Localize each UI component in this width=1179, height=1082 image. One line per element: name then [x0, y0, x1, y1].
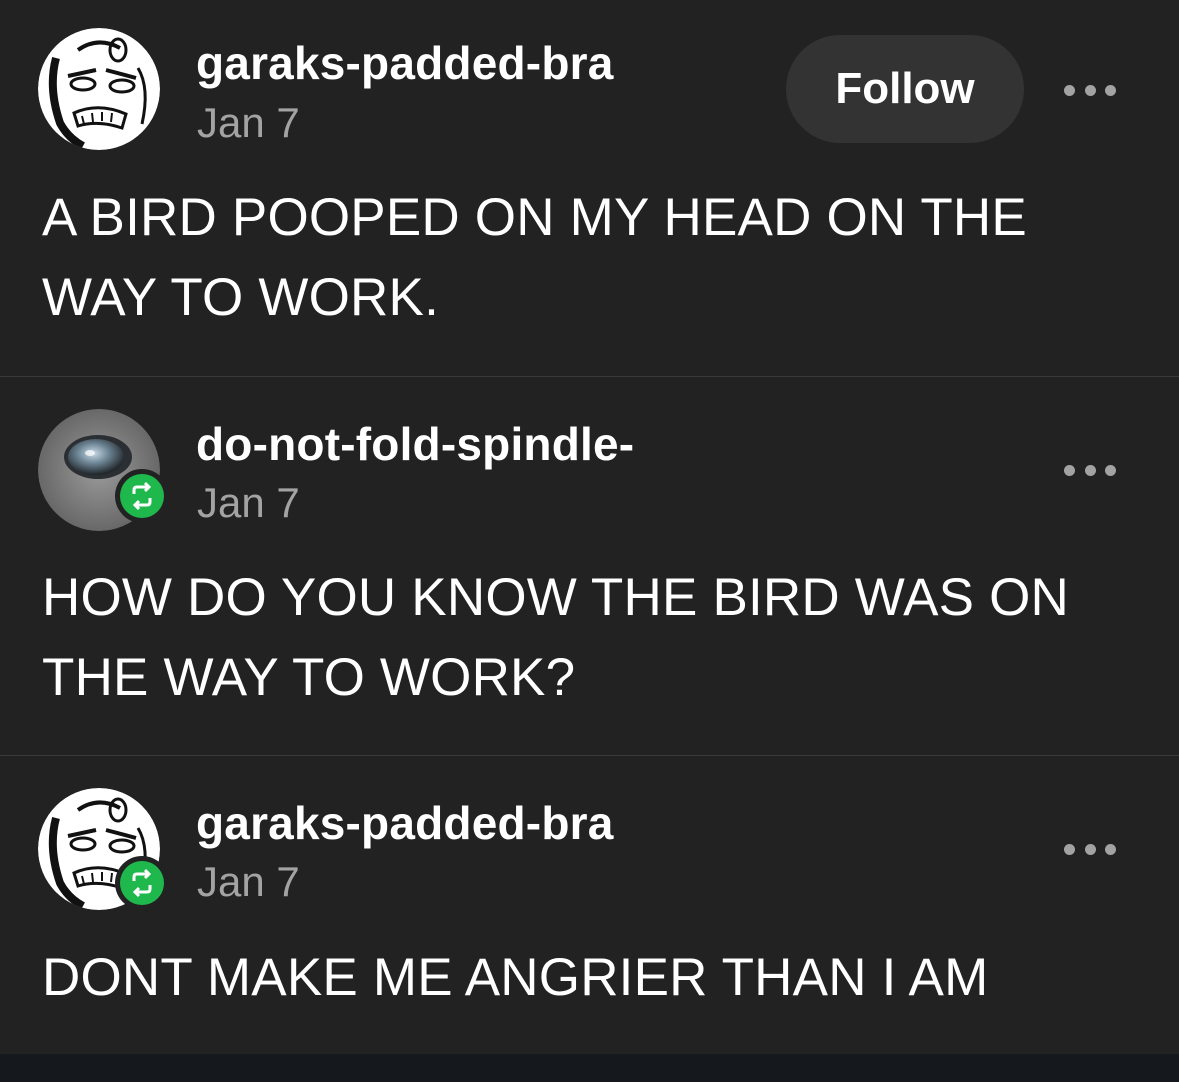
dot — [1064, 843, 1075, 855]
dot — [1105, 84, 1116, 96]
post-body: DONT MAKE ME ANGRIER THAN I AM — [42, 938, 988, 1018]
reblog-icon — [120, 474, 164, 518]
post-username[interactable]: garaks-padded-bra — [196, 796, 614, 850]
post-body: A BIRD POOPED ON MY HEAD ON THE WAY TO W… — [42, 178, 1027, 338]
more-options-icon[interactable] — [1064, 837, 1116, 861]
dot — [1064, 84, 1075, 96]
post-body: HOW DO YOU KNOW THE BIRD WAS ON THE WAY … — [42, 558, 1069, 718]
reblog-thread: garaks-padded-bra Jan 7 Follow A BIRD PO… — [0, 0, 1179, 1082]
more-options-icon[interactable] — [1064, 78, 1116, 102]
avatar-garaks-padded-bra[interactable] — [38, 28, 160, 150]
dot — [1084, 464, 1096, 476]
post-body-line: DONT MAKE ME ANGRIER THAN I AM — [42, 948, 989, 1007]
dot — [1105, 843, 1116, 855]
dot — [1084, 84, 1096, 96]
reblog-icon — [120, 861, 164, 905]
bottom-bar — [0, 1054, 1179, 1082]
reblog-badge — [115, 856, 169, 910]
post-username[interactable]: do-not-fold-spindle- — [196, 417, 634, 471]
post-original: garaks-padded-bra Jan 7 Follow A BIRD PO… — [0, 0, 1179, 376]
post-body-line: HOW DO YOU KNOW THE BIRD WAS ON — [42, 568, 1069, 627]
post-reblog: do-not-fold-spindle- Jan 7 HOW DO YOU KN… — [0, 377, 1179, 755]
post-body-line: WAY TO WORK. — [42, 268, 440, 327]
post-reblog: garaks-padded-bra Jan 7 DONT MAKE ME ANG… — [0, 756, 1179, 1054]
dot — [1064, 464, 1075, 476]
post-date: Jan 7 — [197, 858, 300, 905]
follow-button[interactable]: Follow — [786, 35, 1024, 143]
more-options-icon[interactable] — [1064, 458, 1116, 482]
reblog-badge — [115, 469, 169, 523]
post-username[interactable]: garaks-padded-bra — [196, 36, 614, 90]
post-date: Jan 7 — [197, 99, 300, 146]
cartoon-face-icon — [38, 28, 160, 150]
post-body-line: A BIRD POOPED ON MY HEAD ON THE — [42, 188, 1027, 247]
dot — [1105, 464, 1116, 476]
dot — [1084, 843, 1096, 855]
post-date: Jan 7 — [197, 479, 300, 526]
post-body-line: THE WAY TO WORK? — [42, 648, 576, 707]
